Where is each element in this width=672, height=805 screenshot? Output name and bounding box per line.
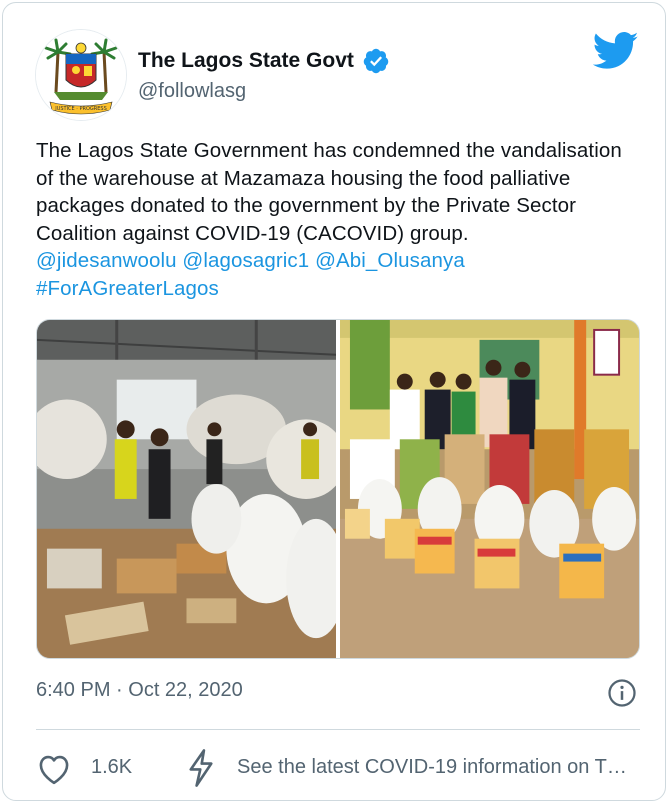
info-icon[interactable] xyxy=(607,678,637,708)
heart-icon[interactable] xyxy=(36,753,72,785)
twitter-bird-icon[interactable] xyxy=(593,31,639,71)
distribution-photo[interactable] xyxy=(340,320,639,658)
distribution-photo-image xyxy=(340,320,639,658)
lightning-bolt-icon xyxy=(189,749,213,787)
covid-info-link[interactable]: See the latest COVID-19 information on T… xyxy=(237,756,641,779)
tweet-media[interactable] xyxy=(36,319,640,659)
like-count[interactable]: 1.6K xyxy=(91,756,132,779)
tweet-timestamp[interactable]: 6:40 PM · Oct 22, 2020 xyxy=(36,679,243,702)
tweet-hashtag[interactable]: #ForAGreaterLagos xyxy=(36,275,646,303)
author-name-row[interactable]: The Lagos State Govt xyxy=(138,47,390,75)
tweet-text-line: of the warehouse at Mazamaza housing the… xyxy=(36,166,571,190)
verified-badge-icon xyxy=(363,48,389,74)
divider xyxy=(36,729,640,730)
tweet-mentions[interactable]: @jidesanwoolu @lagosagric1 @Abi_Olusanya xyxy=(36,247,646,275)
warehouse-photo-image xyxy=(37,320,336,658)
tweet-card: JUSTICE · PROGRESS The Lagos State Govt … xyxy=(2,2,666,801)
tweet-text-line: The Lagos State Government has condemned… xyxy=(36,139,622,162)
tweet-text-line: Coalition against COVID-19 (CACOVID) gro… xyxy=(36,221,469,245)
lagos-coat-of-arms-icon: JUSTICE · PROGRESS xyxy=(36,30,126,120)
tweet-text-line: packages donated to the government by th… xyxy=(36,194,577,217)
svg-text:JUSTICE · PROGRESS: JUSTICE · PROGRESS xyxy=(54,106,107,112)
author-handle[interactable]: @followlasg xyxy=(138,80,246,103)
warehouse-photo[interactable] xyxy=(37,320,336,658)
author-name[interactable]: The Lagos State Govt xyxy=(138,48,354,74)
tweet-text: The Lagos State Government has condemned… xyxy=(36,137,646,302)
avatar[interactable]: JUSTICE · PROGRESS xyxy=(35,29,127,121)
